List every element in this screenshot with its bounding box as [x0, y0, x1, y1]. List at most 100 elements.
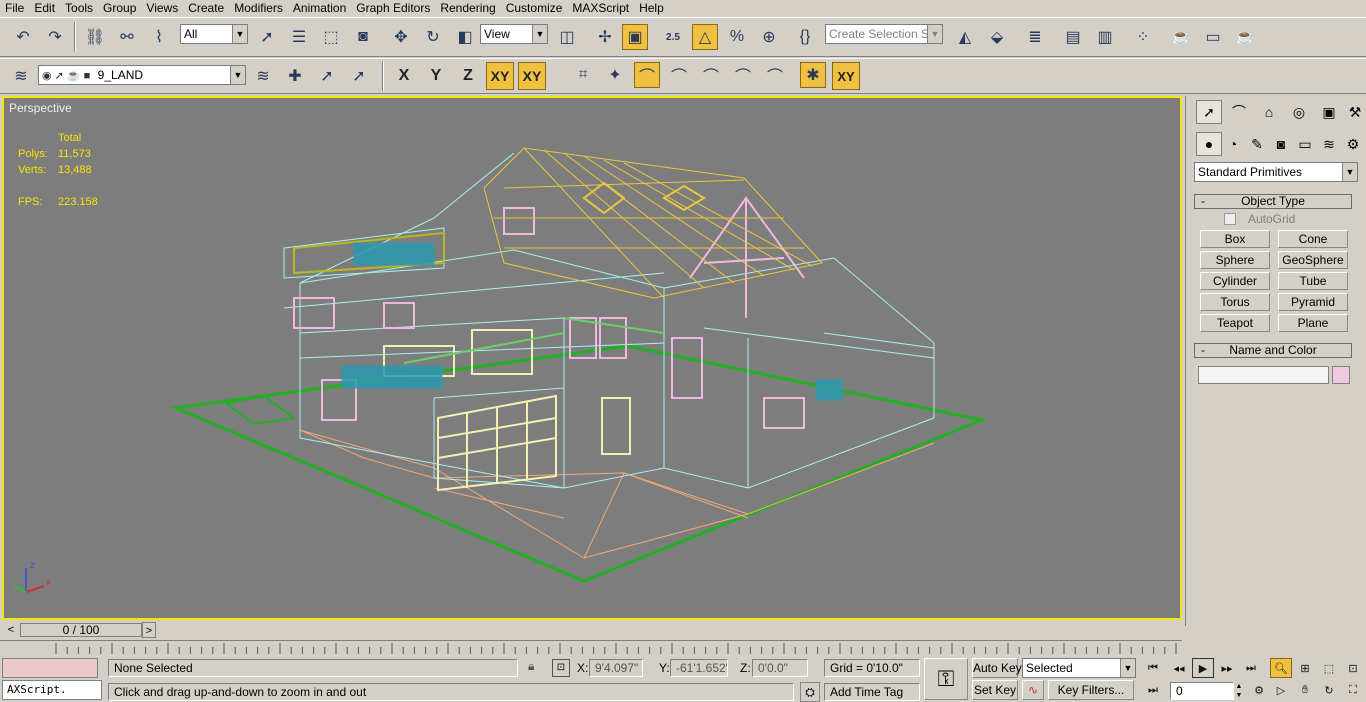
menu-tools[interactable]: Tools [60, 0, 98, 16]
menu-group[interactable]: Group [98, 0, 141, 16]
track-bar[interactable] [0, 640, 1182, 654]
snap-pivot-icon[interactable]: ✦ [602, 62, 628, 88]
teapot-button[interactable]: Teapot [1200, 314, 1270, 332]
angle-snap-icon[interactable]: △ [692, 24, 718, 50]
set-key-mode-icon[interactable]: ⚿ [924, 658, 968, 700]
motion-tab-icon[interactable]: ◎ [1286, 100, 1312, 124]
snap-endpoint-icon[interactable]: ⌒ [666, 62, 692, 88]
y-coord-field[interactable]: -61'1.652" [670, 659, 728, 677]
redo-icon[interactable]: ↷ [42, 24, 68, 50]
select-and-move-icon[interactable]: ✥ [388, 24, 414, 50]
play-icon[interactable]: ▶ [1192, 658, 1214, 678]
menu-maxscript[interactable]: MAXScript [567, 0, 634, 16]
lights-icon[interactable]: ✎ [1244, 132, 1270, 156]
frame-spinner-icon[interactable]: ▲ ▼ [1234, 682, 1244, 700]
zoom-extents-icon[interactable]: ⬚ [1318, 658, 1340, 678]
layers-icon[interactable]: ≋ [8, 63, 34, 89]
name-color-rollout[interactable]: - Name and Color [1194, 343, 1352, 358]
pan-icon[interactable]: ✋︎ [1294, 680, 1316, 700]
selection-filter-dropdown[interactable]: All ▼ [180, 24, 248, 44]
mirror-icon[interactable]: ◭ [952, 24, 978, 50]
set-key-button[interactable]: Set Key [972, 680, 1018, 700]
absolute-mode-icon[interactable]: ⊡ [552, 659, 570, 677]
axis-z-button[interactable]: Z [454, 62, 482, 90]
key-mode-dropdown[interactable]: Selected ▼ [1022, 658, 1136, 678]
schematic-view-icon[interactable]: ▥ [1092, 24, 1118, 50]
menu-create[interactable]: Create [183, 0, 229, 16]
orbit-icon[interactable]: ↻ [1318, 680, 1340, 700]
maxscript-input[interactable]: AXScript. [2, 680, 102, 700]
category-dropdown[interactable]: Standard Primitives ▼ [1194, 162, 1358, 182]
menu-help[interactable]: Help [634, 0, 669, 16]
add-time-tag[interactable]: Add Time Tag [824, 683, 920, 701]
snap-grid-icon[interactable]: ⌗ [570, 62, 596, 88]
snap-midpoint-icon[interactable]: ⌒ [698, 62, 724, 88]
select-in-layer-icon[interactable]: ➚ [314, 63, 340, 89]
layer-manager-icon[interactable]: ≣ [1022, 24, 1048, 50]
zoom-icon[interactable]: 🔍︎ [1270, 658, 1292, 678]
quick-render-icon[interactable]: ☕ [1232, 24, 1258, 50]
snap-edge-icon[interactable]: ⌒ [730, 62, 756, 88]
window-crossing-icon[interactable]: ◙ [350, 24, 376, 50]
unlink-selection-icon[interactable]: ⚯ [114, 24, 140, 50]
sphere-button[interactable]: Sphere [1200, 251, 1270, 269]
select-by-name-icon[interactable]: ☰ [286, 24, 312, 50]
helpers-icon[interactable]: ▭ [1292, 132, 1318, 156]
key-filters-button[interactable]: Key Filters... [1048, 680, 1134, 700]
undo-icon[interactable]: ↶ [10, 24, 36, 50]
create-tab-icon[interactable]: ➚ [1196, 100, 1222, 124]
cylinder-button[interactable]: Cylinder [1200, 272, 1270, 290]
current-frame-field[interactable]: 0 [1170, 682, 1234, 700]
plane-button[interactable]: Plane [1278, 314, 1348, 332]
box-button[interactable]: Box [1200, 230, 1270, 248]
snap-face-icon[interactable]: ⌒ [762, 62, 788, 88]
key-curve-icon[interactable]: ∿ [1022, 680, 1044, 700]
menu-customize[interactable]: Customize [501, 0, 568, 16]
current-layer-dropdown[interactable]: ◉ ➚ ☕ ■ 9_LAND ▼ [38, 65, 246, 85]
axis-y-button[interactable]: Y [422, 62, 450, 90]
shapes-icon[interactable]: ◔ [1220, 132, 1246, 156]
curve-editor-icon[interactable]: ▤ [1060, 24, 1086, 50]
tube-button[interactable]: Tube [1278, 272, 1348, 290]
snap-axis-constraint-button[interactable]: XY [832, 62, 860, 90]
render-setup-icon[interactable]: ☕ [1168, 24, 1194, 50]
pyramid-button[interactable]: Pyramid [1278, 293, 1348, 311]
perspective-viewport[interactable]: Perspective Total Polys: 11,573 Verts: 1… [2, 96, 1182, 620]
object-color-swatch[interactable] [1332, 366, 1350, 384]
menu-file[interactable]: File [0, 0, 29, 16]
menu-views[interactable]: Views [141, 0, 183, 16]
menu-rendering[interactable]: Rendering [435, 0, 500, 16]
time-next-button[interactable]: > [142, 622, 156, 638]
torus-button[interactable]: Torus [1200, 293, 1270, 311]
geosphere-button[interactable]: GeoSphere [1278, 251, 1348, 269]
autogrid-checkbox[interactable] [1224, 213, 1236, 225]
time-tag-icon[interactable]: ⛭ [800, 682, 820, 702]
snap-toggle-icon[interactable]: ✱ [800, 62, 826, 88]
z-coord-field[interactable]: 0'0.0" [752, 659, 808, 677]
align-icon[interactable]: ⬙ [984, 24, 1010, 50]
axis-xy-cycle-button[interactable]: XY [518, 62, 546, 90]
maximize-viewport-icon[interactable]: ⛶ [1342, 680, 1364, 700]
time-prev-button[interactable]: < [4, 622, 18, 638]
zoom-all-icon[interactable]: ⊞ [1294, 658, 1316, 678]
named-selection-sets-dropdown[interactable]: Create Selection Set ▼ [825, 24, 943, 44]
next-frame-icon[interactable]: ▸▸ [1216, 658, 1238, 678]
reference-coordinate-dropdown[interactable]: View ▼ [480, 24, 548, 44]
edit-named-selection-icon[interactable]: {} [792, 24, 818, 50]
zoom-extents-all-icon[interactable]: ⊡ [1342, 658, 1364, 678]
select-object-icon[interactable]: ➚ [254, 24, 280, 50]
percent-snap-icon[interactable]: % [724, 24, 750, 50]
axis-x-button[interactable]: X [390, 62, 418, 90]
menu-graph-editors[interactable]: Graph Editors [351, 0, 435, 16]
menu-edit[interactable]: Edit [29, 0, 60, 16]
select-manipulate-icon[interactable]: ✢ [592, 24, 618, 50]
rectangular-selection-icon[interactable]: ⬚ [318, 24, 344, 50]
maxscript-listener-mini[interactable] [2, 658, 98, 678]
keyboard-shortcut-override-icon[interactable]: ▣ [622, 24, 648, 50]
snaps-toggle-icon[interactable]: 2.5 [660, 24, 686, 50]
cone-button[interactable]: Cone [1278, 230, 1348, 248]
utilities-tab-icon[interactable]: ⚒ [1342, 100, 1366, 124]
object-type-rollout[interactable]: - Object Type [1194, 194, 1352, 209]
go-to-start-icon[interactable]: ⏮ [1142, 658, 1164, 678]
auto-key-button[interactable]: Auto Key [972, 658, 1022, 678]
